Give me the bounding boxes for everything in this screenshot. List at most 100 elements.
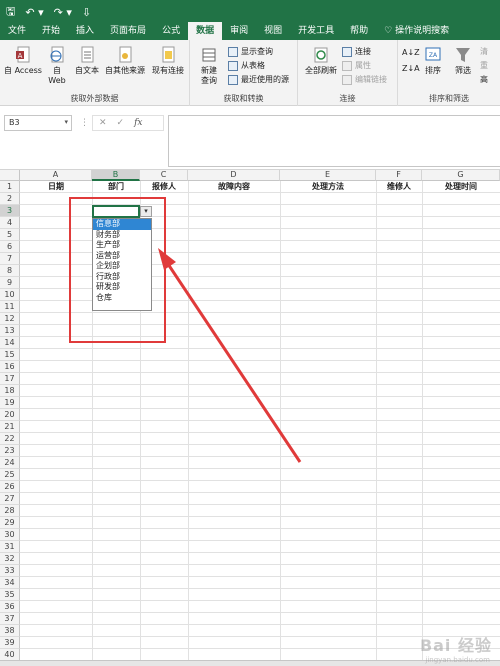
from-web-button[interactable]: 自 Web — [44, 46, 70, 86]
row-header[interactable]: 36 — [0, 601, 20, 613]
row-header[interactable]: 4 — [0, 217, 20, 229]
from-other-sources-button[interactable]: 自其他来源 — [104, 46, 146, 76]
tab-page-layout[interactable]: 页面布局 — [102, 22, 154, 40]
ribbon-tabs: 文件 开始 插入 页面布局 公式 数据 审阅 视图 开发工具 帮助 ♡ 操作说明… — [0, 22, 457, 40]
redo-icon[interactable]: ↷ ▾ — [54, 6, 72, 19]
other-sources-icon — [119, 46, 132, 63]
tab-developer[interactable]: 开发工具 — [290, 22, 342, 40]
row-header[interactable]: 35 — [0, 589, 20, 601]
select-all-corner[interactable] — [0, 170, 20, 181]
edit-links-button[interactable]: 编辑链接 — [342, 74, 387, 85]
tab-home[interactable]: 开始 — [34, 22, 68, 40]
cancel-icon[interactable]: ✕ — [99, 118, 107, 128]
undo-icon[interactable]: ↶ ▾ — [25, 6, 43, 19]
formula-buttons: ✕ ✓ fx — [92, 115, 164, 131]
row-header[interactable]: 26 — [0, 481, 20, 493]
row-header[interactable]: 12 — [0, 313, 20, 325]
name-box-dropdown-icon[interactable]: ▾ — [64, 118, 68, 126]
row-header[interactable]: 7 — [0, 253, 20, 265]
clear-filter-button[interactable]: 清 — [480, 46, 488, 57]
connections-button[interactable]: 连接 — [342, 46, 371, 57]
save-icon[interactable]: 🖫 — [6, 3, 15, 22]
advanced-filter-button[interactable]: 高 — [480, 74, 488, 85]
tab-file[interactable]: 文件 — [0, 22, 34, 40]
tab-help[interactable]: 帮助 — [342, 22, 376, 40]
row-header[interactable]: 25 — [0, 469, 20, 481]
sort-desc-button[interactable]: Z↓A — [402, 64, 420, 73]
sort-asc-button[interactable]: A↓Z — [402, 48, 420, 57]
row-header[interactable]: 14 — [0, 337, 20, 349]
formula-bar: B3 ▾ ⋮ ✕ ✓ fx — [0, 106, 500, 170]
row-header[interactable]: 29 — [0, 517, 20, 529]
tab-formulas[interactable]: 公式 — [154, 22, 188, 40]
row-header[interactable]: 13 — [0, 325, 20, 337]
show-queries-button[interactable]: 显示查询 — [228, 46, 273, 57]
row-header[interactable]: 9 — [0, 277, 20, 289]
row-header[interactable]: 30 — [0, 529, 20, 541]
row-header[interactable]: 2 — [0, 193, 20, 205]
column-header-c[interactable]: C — [140, 170, 188, 181]
tab-review[interactable]: 审阅 — [222, 22, 256, 40]
annotation-highlight-box — [69, 197, 166, 343]
row-header[interactable]: 20 — [0, 409, 20, 421]
row-header[interactable]: 1 — [0, 181, 20, 193]
row-header[interactable]: 28 — [0, 505, 20, 517]
row-header[interactable]: 18 — [0, 385, 20, 397]
gridline — [20, 564, 500, 565]
existing-connections-button[interactable]: 现有连接 — [148, 46, 188, 76]
row-header[interactable]: 6 — [0, 241, 20, 253]
refresh-all-button[interactable]: 全部刷新 — [302, 46, 340, 76]
gridline — [20, 348, 500, 349]
row-header[interactable]: 10 — [0, 289, 20, 301]
filter-button[interactable]: 筛选 — [452, 46, 474, 76]
row-header[interactable]: 22 — [0, 433, 20, 445]
tab-data[interactable]: 数据 — [188, 22, 223, 40]
from-text-button[interactable]: 自文本 — [72, 46, 102, 76]
row-header[interactable]: 11 — [0, 301, 20, 313]
gridline — [20, 588, 500, 589]
enter-icon[interactable]: ✓ — [117, 118, 125, 128]
column-header-b[interactable]: B — [92, 170, 140, 181]
watermark-sub: jingyan.baidu.com — [425, 656, 490, 664]
tab-insert[interactable]: 插入 — [68, 22, 102, 40]
row-header[interactable]: 33 — [0, 565, 20, 577]
column-header-a[interactable]: A — [20, 170, 92, 181]
tell-me-search[interactable]: ♡ 操作说明搜索 — [376, 22, 457, 40]
from-access-button[interactable]: A 自 Access — [4, 46, 42, 76]
recent-sources-button[interactable]: 最近使用的源 — [228, 74, 289, 85]
row-header[interactable]: 15 — [0, 349, 20, 361]
row-header[interactable]: 21 — [0, 421, 20, 433]
name-box[interactable]: B3 ▾ — [4, 115, 72, 131]
from-table-button[interactable]: 从表格 — [228, 60, 265, 71]
new-query-button[interactable]: 新建 查询 — [194, 46, 224, 86]
row-header[interactable]: 38 — [0, 625, 20, 637]
row-header[interactable]: 27 — [0, 493, 20, 505]
column-header-f[interactable]: F — [376, 170, 422, 181]
tab-view[interactable]: 视图 — [256, 22, 290, 40]
row-header[interactable]: 16 — [0, 361, 20, 373]
row-header[interactable]: 34 — [0, 577, 20, 589]
column-header-d[interactable]: D — [188, 170, 280, 181]
row-header[interactable]: 23 — [0, 445, 20, 457]
group-sort-filter: A↓Z Z↓A ZA 排序 筛选 清 重 高 排序和筛选 — [398, 40, 500, 106]
row-header[interactable]: 31 — [0, 541, 20, 553]
column-header-g[interactable]: G — [422, 170, 500, 181]
row-header[interactable]: 37 — [0, 613, 20, 625]
properties-button[interactable]: 属性 — [342, 60, 371, 71]
row-header[interactable]: 17 — [0, 373, 20, 385]
row-header[interactable]: 19 — [0, 397, 20, 409]
row-header[interactable]: 5 — [0, 229, 20, 241]
insert-function-icon[interactable]: fx — [134, 118, 142, 128]
ribbon: A 自 Access 自 Web 自文本 自其他来源 现有连接 获取外部数据 新… — [0, 40, 500, 106]
reapply-filter-button[interactable]: 重 — [480, 60, 488, 71]
customize-icon[interactable]: ⇩ — [82, 6, 91, 19]
row-header[interactable]: 3 — [0, 205, 20, 217]
svg-text:A: A — [18, 52, 23, 60]
row-header[interactable]: 24 — [0, 457, 20, 469]
formula-input[interactable] — [168, 115, 500, 167]
column-header-e[interactable]: E — [280, 170, 376, 181]
row-header[interactable]: 39 — [0, 637, 20, 649]
row-header[interactable]: 32 — [0, 553, 20, 565]
sort-button[interactable]: ZA 排序 — [422, 46, 444, 76]
row-header[interactable]: 8 — [0, 265, 20, 277]
